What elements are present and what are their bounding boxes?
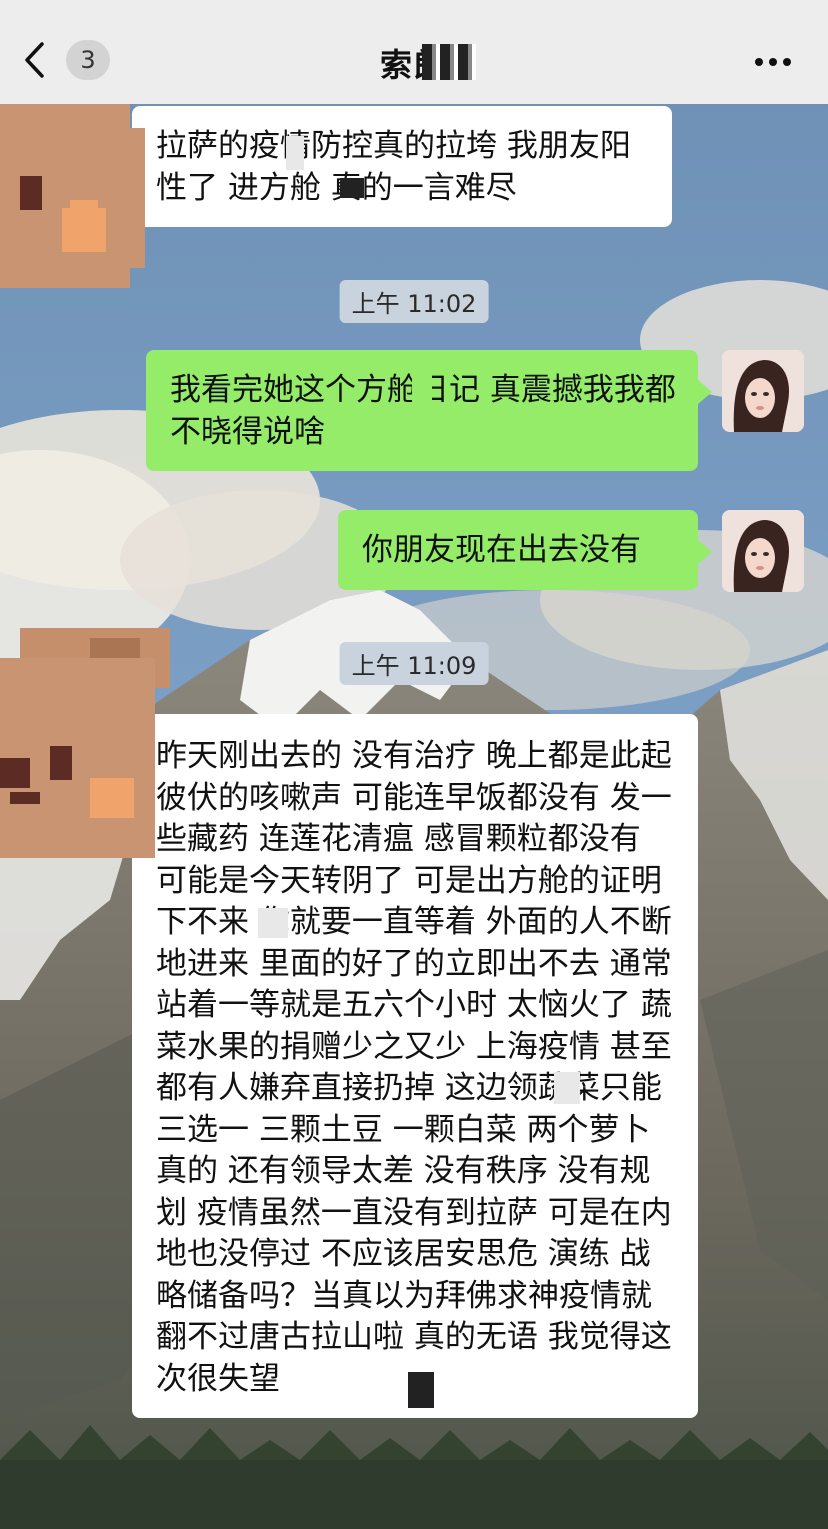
- message-text: 你朋友现在出去没有: [362, 532, 641, 568]
- message-timestamp: 上午 11:02: [339, 280, 489, 323]
- message-text: 拉萨的疫情防控真的拉垮 我朋友阳性了 进方舱 真的一言难尽: [156, 128, 631, 206]
- message-bubble-outgoing[interactable]: 你朋友现在出去没有: [338, 510, 712, 590]
- ellipsis-icon: [755, 58, 763, 66]
- message-bubble-incoming[interactable]: 拉萨的疫情防控真的拉垮 我朋友阳性了 进方舱 真的一言难尽: [118, 106, 672, 227]
- redaction-mask: [340, 178, 364, 198]
- user-avatar-photo: [722, 350, 804, 432]
- redaction-mask: [412, 372, 432, 412]
- contact-avatar-bear[interactable]: [0, 628, 200, 858]
- redaction-mask: [286, 136, 304, 170]
- message-timestamp: 上午 11:09: [339, 642, 489, 685]
- redaction-mask: [258, 908, 288, 938]
- redaction-mask: [408, 1372, 434, 1408]
- user-avatar[interactable]: [722, 350, 804, 432]
- message-bubble-incoming[interactable]: 昨天刚出去的 没有治疗 晚上都是此起彼伏的咳嗽声 可能连早饭都没有 发一些藏药 …: [132, 714, 698, 1418]
- user-avatar-photo: [722, 510, 804, 592]
- user-avatar[interactable]: [722, 510, 804, 592]
- redaction-mask: [422, 44, 476, 80]
- redaction-mask: [554, 1072, 580, 1104]
- message-text: 昨天刚出去的 没有治疗 晚上都是此起彼伏的咳嗽声 可能连早饭都没有 发一些藏药 …: [156, 738, 672, 1397]
- chat-title: 索朗: [379, 46, 448, 84]
- chat-header: 3 索朗: [0, 0, 828, 104]
- more-options-button[interactable]: [748, 42, 798, 82]
